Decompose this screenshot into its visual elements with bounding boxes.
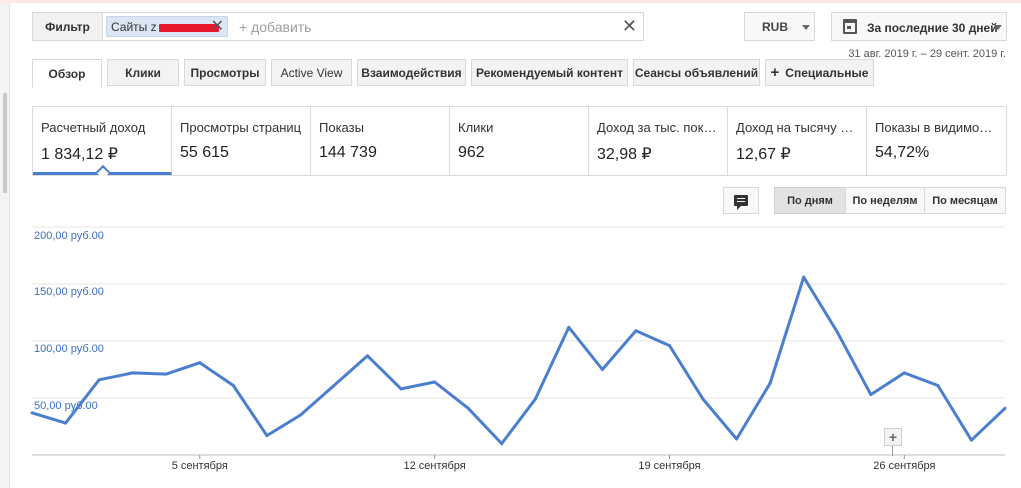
data-point: [30, 411, 34, 415]
data-point: [600, 368, 604, 371]
series-line: [31, 275, 1007, 446]
data-point: [634, 329, 638, 333]
data-point: [735, 437, 739, 441]
data-point: [667, 344, 671, 348]
data-point: [533, 397, 537, 401]
x-tick-label: 5 сентября: [172, 460, 228, 472]
data-point: [64, 421, 68, 425]
data-point: [198, 361, 202, 365]
data-point: [969, 438, 973, 442]
data-point: [869, 393, 873, 397]
add-annotation-icon[interactable]: +: [884, 428, 902, 446]
data-point: [835, 330, 839, 334]
data-point: [399, 387, 403, 391]
data-point: [902, 371, 906, 375]
x-tick-label: 19 сентября: [638, 460, 700, 472]
data-point: [265, 434, 269, 438]
data-point: [802, 275, 806, 279]
data-point: [567, 325, 571, 329]
y-tick-label: 200,00 руб.00: [34, 230, 104, 242]
data-point: [500, 442, 504, 446]
data-point: [366, 354, 370, 358]
y-tick-label: 150,00 руб.00: [34, 286, 104, 298]
data-point: [701, 397, 705, 401]
data-point: [231, 383, 235, 387]
data-point: [97, 378, 101, 382]
data-point: [164, 372, 168, 376]
data-point: [433, 380, 437, 384]
data-point: [298, 413, 302, 417]
x-tick-label: 12 сентября: [404, 460, 466, 472]
data-point: [131, 371, 135, 375]
earnings-line-chart: 50,00 руб.00 100,00 руб.00 150,00 руб.00 20…: [30, 226, 1007, 472]
y-tick-label: 100,00 руб.00: [34, 343, 104, 355]
data-point: [466, 406, 470, 410]
data-point: [768, 381, 772, 385]
annotation-stem: [892, 446, 893, 456]
data-point: [332, 383, 336, 387]
data-point: [936, 383, 940, 387]
y-tick-label: 50,00 руб.00: [34, 400, 98, 412]
x-tick-label: 26 сентября: [873, 460, 935, 472]
data-point: [1003, 406, 1007, 410]
